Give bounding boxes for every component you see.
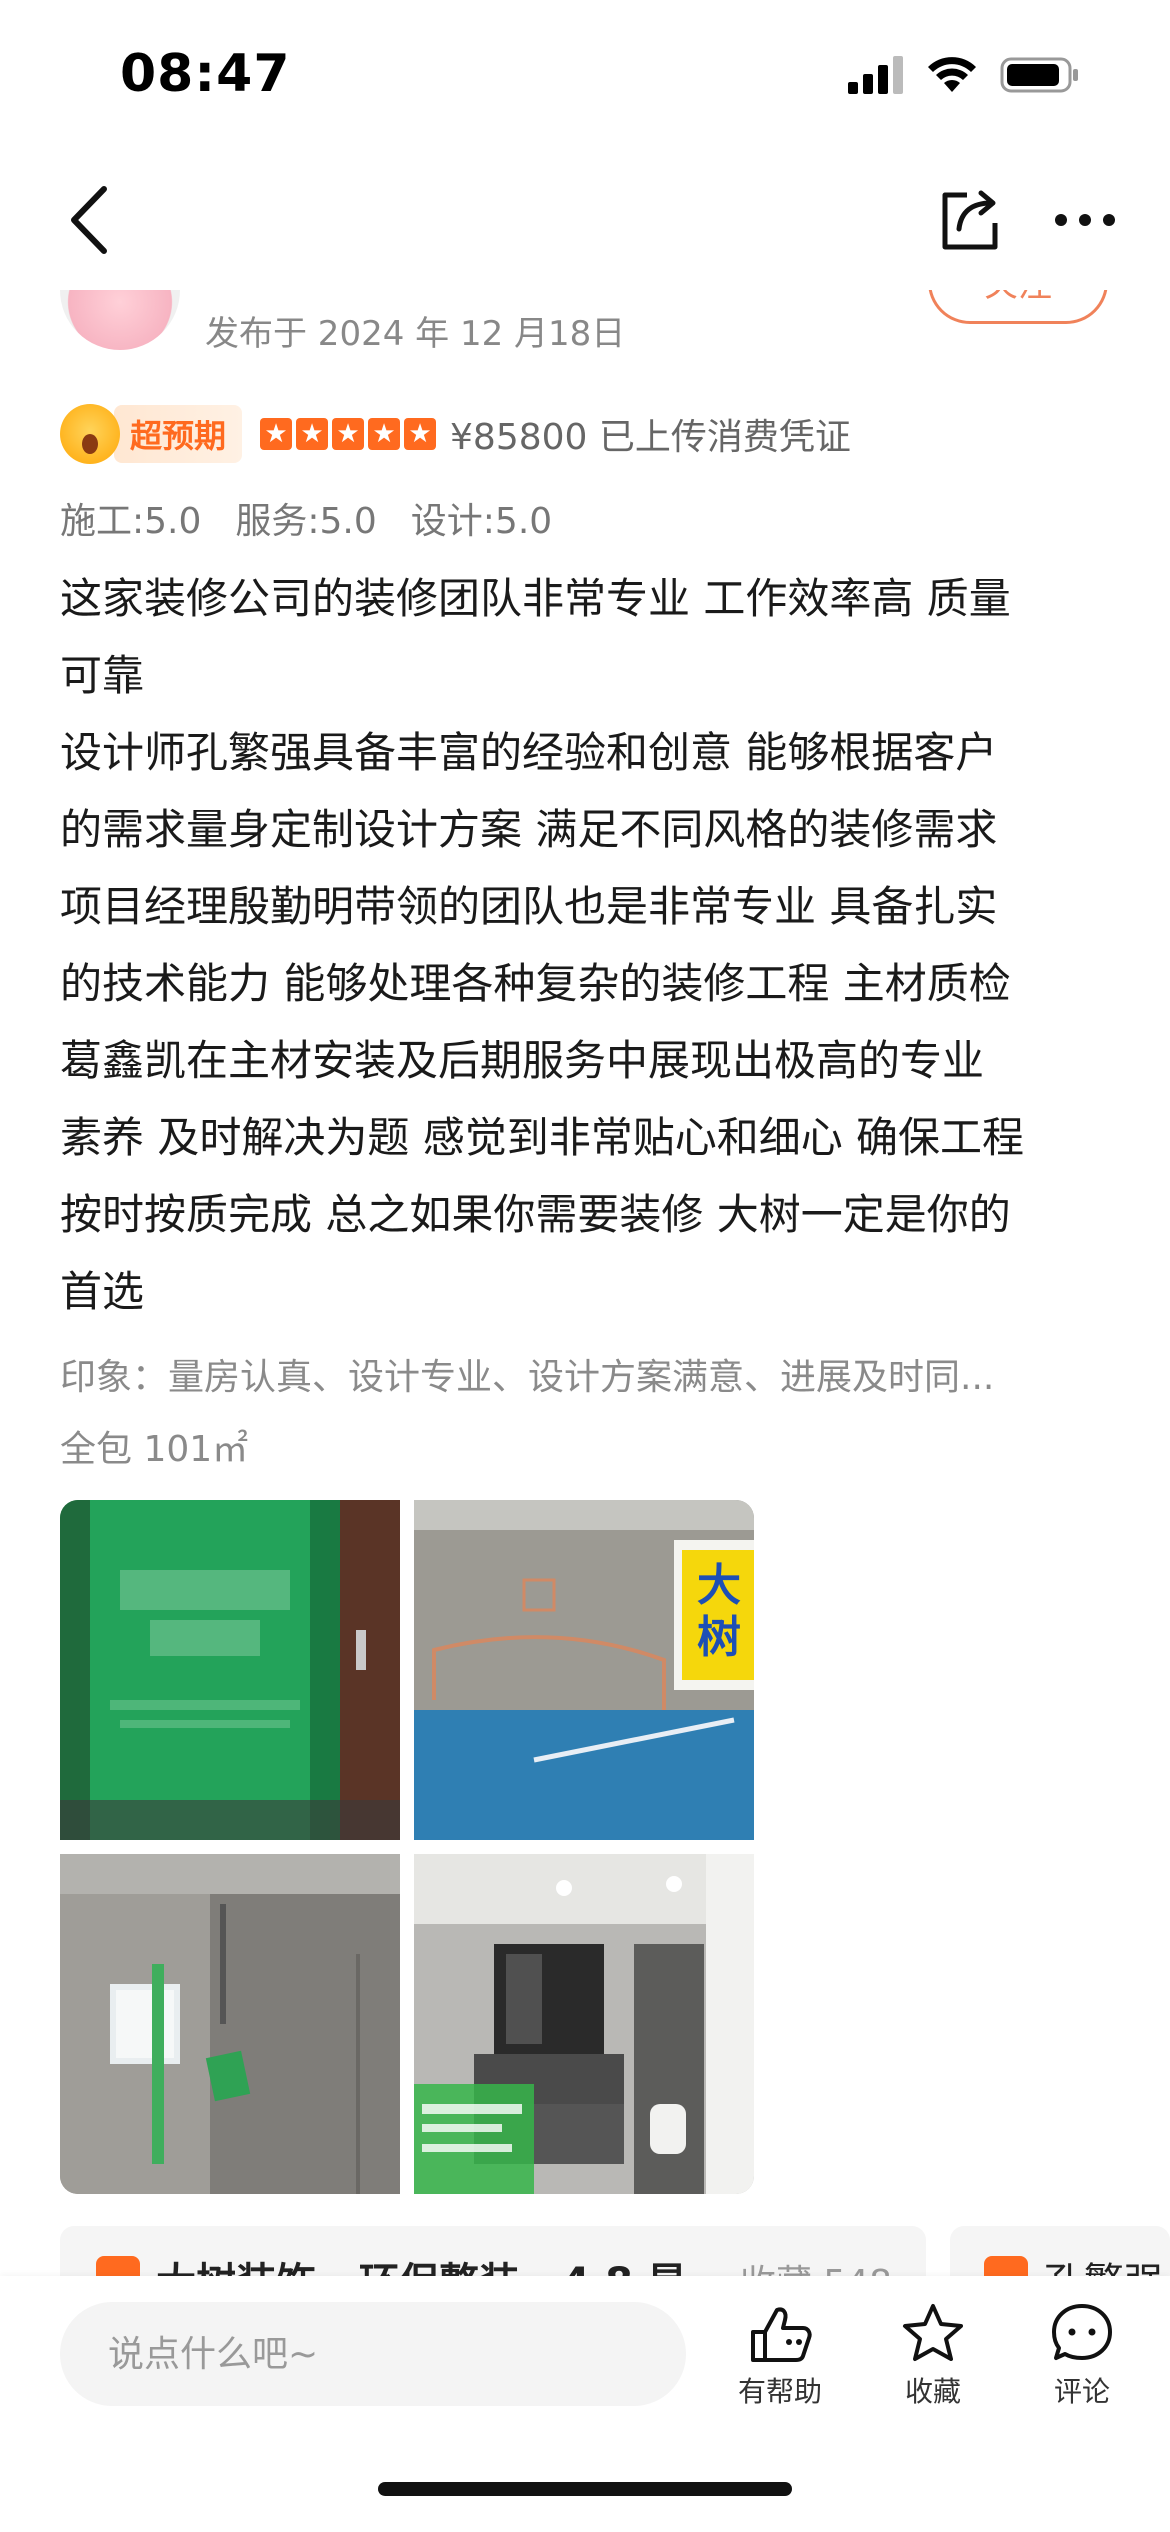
rating-row: 超预期 ★ ★ ★ ★ ★ ¥85800 已上传消费凭证 [60, 402, 851, 466]
review-line: 设计师孔繁强具备丰富的经验和创意 能够根据客户 [60, 728, 998, 777]
score-breakdown: 施工:5.0 服务:5.0 设计:5.0 [60, 492, 552, 544]
star-icon: ★ [332, 418, 365, 450]
comment-label: 评论 [1053, 2375, 1110, 2408]
sign-text: 大树 [697, 1560, 741, 1663]
review-line: 项目经理殷勤明带领的团队也是非常专业 具备扎实 [60, 882, 998, 931]
back-button[interactable] [48, 180, 128, 260]
wifi-icon [928, 57, 976, 92]
photo-bedroom[interactable]: 大树 [414, 1500, 754, 1840]
review-text: 这家装修公司的装修团队非常专业 工作效率高 质量 可靠 设计师孔繁强具备丰富的经… [60, 560, 1120, 1330]
service-score: 服务:5.0 [235, 501, 377, 542]
review-line: 葛鑫凯在主材安装及后期服务中展现出极高的专业 [60, 1036, 985, 1085]
photo-window[interactable] [60, 1854, 400, 2194]
review-line: 首选 [60, 1267, 145, 1316]
status-time: 08:47 [120, 44, 291, 104]
battery-icon [1000, 57, 1078, 93]
package-info: 全包 101㎡ [60, 1429, 249, 1470]
comment-icon [1052, 2304, 1112, 2360]
photo-bathroom[interactable] [414, 1854, 754, 2194]
expectation-label: 超预期 [114, 405, 243, 463]
photo-door[interactable] [60, 1500, 400, 1840]
author-row: 发布于 2024 年 12 月18日 关注 [0, 290, 1170, 370]
star-icon: ★ [260, 418, 293, 450]
star-icon: ★ [296, 418, 329, 450]
nav-bar [0, 150, 1170, 290]
review-line: 素养 及时解决为题 感觉到非常贴心和细心 确保工程 [60, 1113, 1025, 1162]
impression-tags[interactable]: 印象：量房认真、设计专业、设计方案满意、进展及时同... [60, 1348, 994, 1400]
expectation-badge: 超预期 [60, 404, 243, 464]
construction-score: 施工:5.0 [60, 501, 202, 542]
helpful-label: 有帮助 [737, 2375, 822, 2408]
more-button[interactable] [1045, 180, 1125, 260]
design-score: 设计:5.0 [410, 501, 553, 542]
review-line: 的技术能力 能够处理各种复杂的装修工程 主材质检 [60, 959, 1011, 1008]
comment-input[interactable] [60, 2302, 686, 2406]
thumbs-up-icon [751, 2307, 812, 2362]
avatar[interactable] [60, 290, 180, 350]
more-icon [1055, 214, 1115, 226]
star-icon: ★ [404, 418, 437, 450]
surprised-emoji-icon [60, 404, 120, 464]
review-line: 的需求量身定制设计方案 满足不同风格的装修需求 [60, 805, 998, 854]
star-outline-icon [903, 2304, 963, 2361]
review-line: 这家装修公司的装修团队非常专业 工作效率高 质量 [60, 574, 1011, 623]
collect-label: 收藏 [904, 2375, 961, 2408]
helpful-button[interactable]: 有帮助 [720, 2302, 840, 2412]
star-rating: ★ ★ ★ ★ ★ [260, 418, 437, 450]
collect-button[interactable]: 收藏 [873, 2302, 993, 2412]
share-button[interactable] [930, 180, 1010, 260]
share-icon [942, 190, 998, 250]
follow-button[interactable]: 关注 [928, 290, 1108, 324]
status-icons [848, 56, 1080, 94]
star-icon: ★ [368, 418, 401, 450]
comment-button[interactable]: 评论 [1022, 2302, 1142, 2412]
home-indicator[interactable] [378, 2482, 792, 2496]
signal-icon [848, 56, 903, 94]
publish-date: 发布于 2024 年 12 月18日 [205, 314, 626, 354]
chevron-left-icon [71, 186, 107, 254]
review-line: 按时按质完成 总之如果你需要装修 大树一定是你的 [60, 1190, 1011, 1239]
status-bar: 08:47 [0, 0, 1170, 150]
review-line: 可靠 [60, 651, 145, 700]
price-text: ¥85800 已上传消费凭证 [450, 417, 851, 458]
